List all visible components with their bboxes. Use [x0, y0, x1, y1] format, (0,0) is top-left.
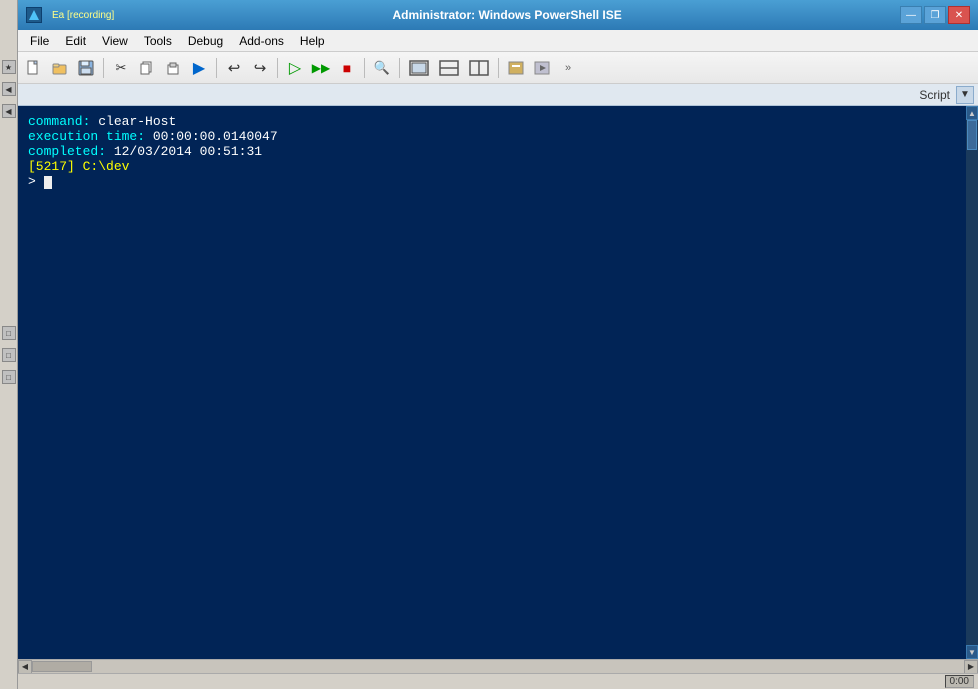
menu-tools[interactable]: Tools: [136, 30, 180, 51]
recording-label: Ea [recording]: [52, 10, 114, 21]
extra2-button[interactable]: [530, 56, 554, 80]
scroll-right-button[interactable]: ▶: [964, 660, 978, 674]
pane-full-button[interactable]: [405, 56, 433, 80]
sep3: [277, 58, 278, 78]
sidebar-icon-5: □: [2, 348, 16, 362]
line4-path: C:\dev: [83, 159, 130, 174]
debug1-button[interactable]: 🔍: [370, 56, 394, 80]
status-bar: 0:00: [18, 673, 978, 689]
bottom-scrollbar[interactable]: ◀ ▶: [18, 659, 978, 673]
console-content[interactable]: command: clear-Host execution time: 00:0…: [18, 106, 966, 659]
pane-split-v-button[interactable]: [465, 56, 493, 80]
more-button[interactable]: »: [556, 56, 580, 80]
sidebar-icon-2[interactable]: ◀: [2, 82, 16, 96]
title-bar: Ea [recording] Administrator: Windows Po…: [18, 0, 978, 30]
new-button[interactable]: [22, 56, 46, 80]
menu-addons[interactable]: Add-ons: [231, 30, 292, 51]
line2-label: execution time:: [28, 129, 145, 144]
sidebar-icon-1[interactable]: ★: [2, 60, 16, 74]
prompt-symbol: >: [28, 174, 44, 189]
scroll-thumb[interactable]: [967, 120, 977, 150]
menu-help[interactable]: Help: [292, 30, 333, 51]
copy-button[interactable]: [135, 56, 159, 80]
console-line-3: completed: 12/03/2014 00:51:31: [28, 144, 956, 159]
menu-debug[interactable]: Debug: [180, 30, 231, 51]
undo-button[interactable]: ↩: [222, 56, 246, 80]
scroll-down-button[interactable]: ▼: [966, 645, 978, 659]
line3-value: 12/03/2014 00:51:31: [114, 144, 262, 159]
menu-file[interactable]: File: [22, 30, 57, 51]
extra1-button[interactable]: [504, 56, 528, 80]
menu-view[interactable]: View: [94, 30, 136, 51]
status-time: 0:00: [945, 675, 974, 688]
title-bar-left: Ea [recording]: [26, 7, 114, 23]
restore-button[interactable]: ❐: [924, 6, 946, 24]
console-cursor: [44, 176, 52, 189]
run-selection-button[interactable]: ▶▶: [309, 56, 333, 80]
console-area[interactable]: command: clear-Host execution time: 00:0…: [18, 106, 978, 659]
console-line-2: execution time: 00:00:00.0140047: [28, 129, 956, 144]
save-button[interactable]: [74, 56, 98, 80]
line3-label: completed:: [28, 144, 106, 159]
pane-split-h-button[interactable]: [435, 56, 463, 80]
line4-pid: [5217]: [28, 159, 75, 174]
run-script-button[interactable]: ▷: [283, 56, 307, 80]
paste-button[interactable]: [161, 56, 185, 80]
sep5: [399, 58, 400, 78]
sep2: [216, 58, 217, 78]
scroll-up-button[interactable]: ▲: [966, 106, 978, 120]
main-window: Ea [recording] Administrator: Windows Po…: [18, 0, 978, 689]
console-scrollbar[interactable]: ▲ ▼: [966, 106, 978, 659]
title-controls: — ❐ ✕: [900, 6, 970, 24]
console-line-5[interactable]: >: [28, 174, 956, 189]
menu-edit[interactable]: Edit: [57, 30, 94, 51]
script-expand-button[interactable]: ▼: [956, 86, 974, 104]
redo-button[interactable]: ↪: [248, 56, 272, 80]
sidebar-icon-6: □: [2, 370, 16, 384]
toolbar: ✂ ▶ ↩ ↪ ▷ ▶▶ ■ 🔍 »: [18, 52, 978, 84]
line1-label: command:: [28, 114, 90, 129]
line2-value: 00:00:00.0140047: [153, 129, 278, 144]
sidebar-icon-4: □: [2, 326, 16, 340]
stop-button[interactable]: ■: [335, 56, 359, 80]
line1-value: clear-Host: [98, 114, 176, 129]
sep6: [498, 58, 499, 78]
window-title: Administrator: Windows PowerShell ISE: [114, 8, 900, 22]
console-line-1: command: clear-Host: [28, 114, 956, 129]
menu-bar: File Edit View Tools Debug Add-ons Help: [18, 30, 978, 52]
run-button[interactable]: ▶: [187, 56, 211, 80]
h-scroll-thumb[interactable]: [32, 661, 92, 672]
sidebar-icon-3[interactable]: ◀: [2, 104, 16, 118]
app-icon: [26, 7, 42, 23]
open-button[interactable]: [48, 56, 72, 80]
scroll-left-button[interactable]: ◀: [18, 660, 32, 674]
scroll-track[interactable]: [966, 120, 978, 645]
left-sidebar: ★ ◀ ◀ □ □ □: [0, 0, 18, 689]
sep1: [103, 58, 104, 78]
sep4: [364, 58, 365, 78]
h-scroll-track[interactable]: [32, 660, 964, 673]
script-tab-bar: Script ▼: [18, 84, 978, 106]
minimize-button[interactable]: —: [900, 6, 922, 24]
console-line-4: [5217] C:\dev: [28, 159, 956, 174]
close-button[interactable]: ✕: [948, 6, 970, 24]
script-label: Script: [919, 88, 956, 102]
cut-button[interactable]: ✂: [109, 56, 133, 80]
